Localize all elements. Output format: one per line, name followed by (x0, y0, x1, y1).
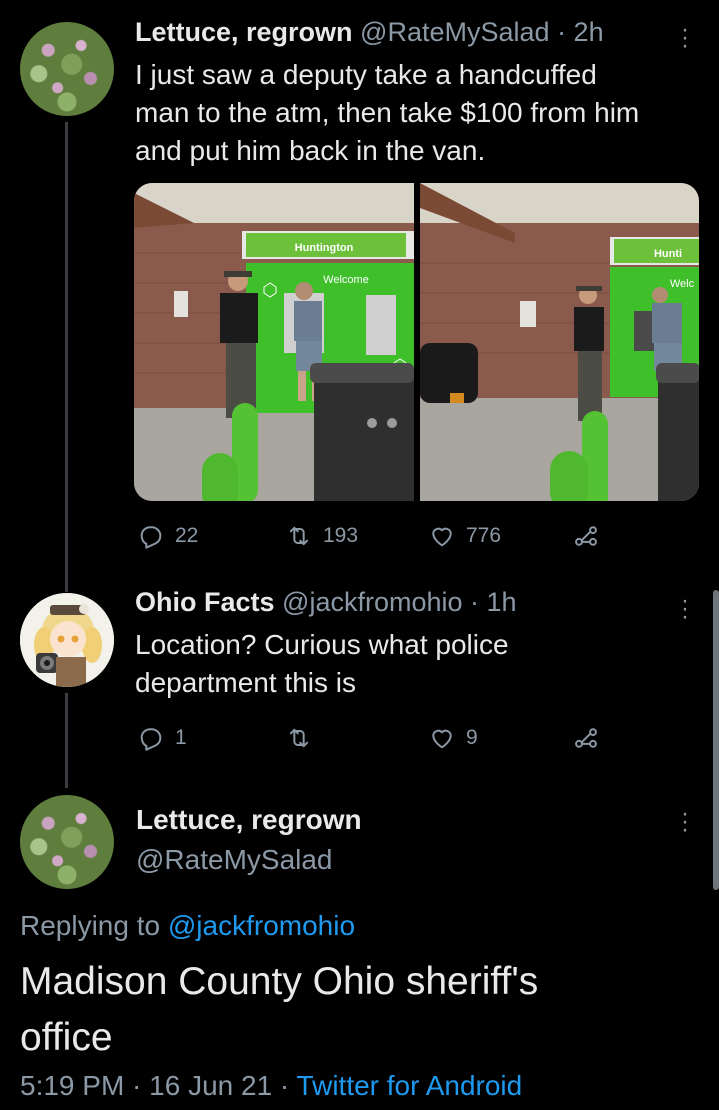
tweet-footer: 5:19 PM · 16 Jun 21 · Twitter for Androi… (20, 1070, 522, 1102)
handle[interactable]: @RateMySalad (360, 17, 550, 47)
tweet-timestamp[interactable]: 5:19 PM · 16 Jun 21 · (20, 1070, 289, 1101)
avatar[interactable] (20, 22, 114, 116)
retweet-icon (289, 526, 309, 546)
tweet-text-line: I just saw a deputy take a handcuffed (135, 59, 597, 90)
retweet-button[interactable]: 193 (285, 522, 358, 550)
avatar[interactable] (20, 795, 114, 889)
scrollbar[interactable] (713, 590, 719, 890)
reply-count: 1 (175, 726, 187, 749)
avatar[interactable] (20, 593, 114, 687)
like-icon (432, 527, 452, 547)
tweet-header: Ohio Facts @jackfromohio · 1h (135, 587, 517, 618)
more-icon[interactable]: · · · (678, 802, 692, 842)
thread-line (65, 122, 68, 592)
tweet-text-line: department this is (135, 667, 356, 698)
handle[interactable]: @RateMySalad (136, 840, 362, 880)
replying-to-label: Replying to (20, 910, 161, 941)
share-icon (575, 728, 597, 748)
share-icon (575, 526, 597, 546)
like-count: 776 (466, 524, 502, 547)
handle[interactable]: @jackfromohio (282, 587, 462, 617)
atm-welcome-text: Welc (669, 278, 694, 290)
thread-line (65, 693, 68, 788)
tweet-header: Lettuce, regrown @RateMySalad · 2h (135, 17, 604, 48)
tweet-text-line: Location? Curious what police (135, 629, 509, 660)
photo-right[interactable]: Hunti Welc (419, 183, 699, 501)
atm-sign-text: Huntington (295, 242, 354, 254)
replying-to-handle[interactable]: @jackfromohio (168, 910, 355, 941)
reply-button[interactable]: 1 (137, 724, 187, 752)
like-button[interactable]: 9 (428, 724, 478, 752)
atm-welcome-text: Welcome (323, 274, 369, 286)
tweet-text: Location? Curious what police department… (135, 626, 509, 702)
display-name[interactable]: Lettuce, regrown (135, 17, 353, 47)
retweet-icon (289, 728, 309, 748)
tweet-text-line: office (20, 1016, 113, 1059)
atm-scene-illustration: Hunti Welc (419, 183, 699, 501)
timestamp[interactable]: · 1h (470, 587, 517, 617)
reply-icon (140, 728, 162, 751)
tweet-text-line: and put him back in the van. (135, 135, 486, 166)
like-icon (432, 729, 452, 749)
display-name[interactable]: Lettuce, regrown (136, 800, 362, 840)
like-count: 9 (466, 726, 478, 749)
reply-count: 22 (175, 524, 199, 547)
atm-sign-text: Hunti (653, 248, 681, 260)
author-block: Lettuce, regrown @RateMySalad (136, 800, 362, 880)
reply-icon (140, 526, 162, 549)
tweet-text: I just saw a deputy take a handcuffed ma… (135, 56, 639, 170)
retweet-button[interactable] (285, 724, 323, 752)
tweet-text: Madison County Ohio sheriff's office (20, 954, 538, 1066)
tweet-text-line: Madison County Ohio sheriff's (20, 960, 539, 1003)
retweet-count: 193 (323, 524, 359, 547)
share-button[interactable] (572, 724, 600, 752)
tweet-client[interactable]: Twitter for Android (297, 1070, 523, 1101)
more-icon[interactable]: · · · (678, 18, 692, 58)
timestamp[interactable]: · 2h (557, 17, 604, 47)
tweet-text-line: man to the atm, then take $100 from him (135, 97, 640, 128)
like-button[interactable]: 776 (428, 522, 501, 550)
replying-to: Replying to @jackfromohio (20, 910, 355, 942)
photo-left[interactable]: Huntington Welcome (134, 183, 414, 501)
display-name[interactable]: Ohio Facts (135, 587, 275, 617)
share-button[interactable] (572, 522, 600, 550)
reply-button[interactable]: 22 (137, 522, 198, 550)
more-icon[interactable]: · · · (678, 589, 692, 629)
anime-avatar-illustration (20, 593, 114, 687)
media-grid: Huntington Welcome Hunti Welc (134, 183, 699, 501)
atm-scene-illustration: Huntington Welcome (134, 183, 414, 501)
